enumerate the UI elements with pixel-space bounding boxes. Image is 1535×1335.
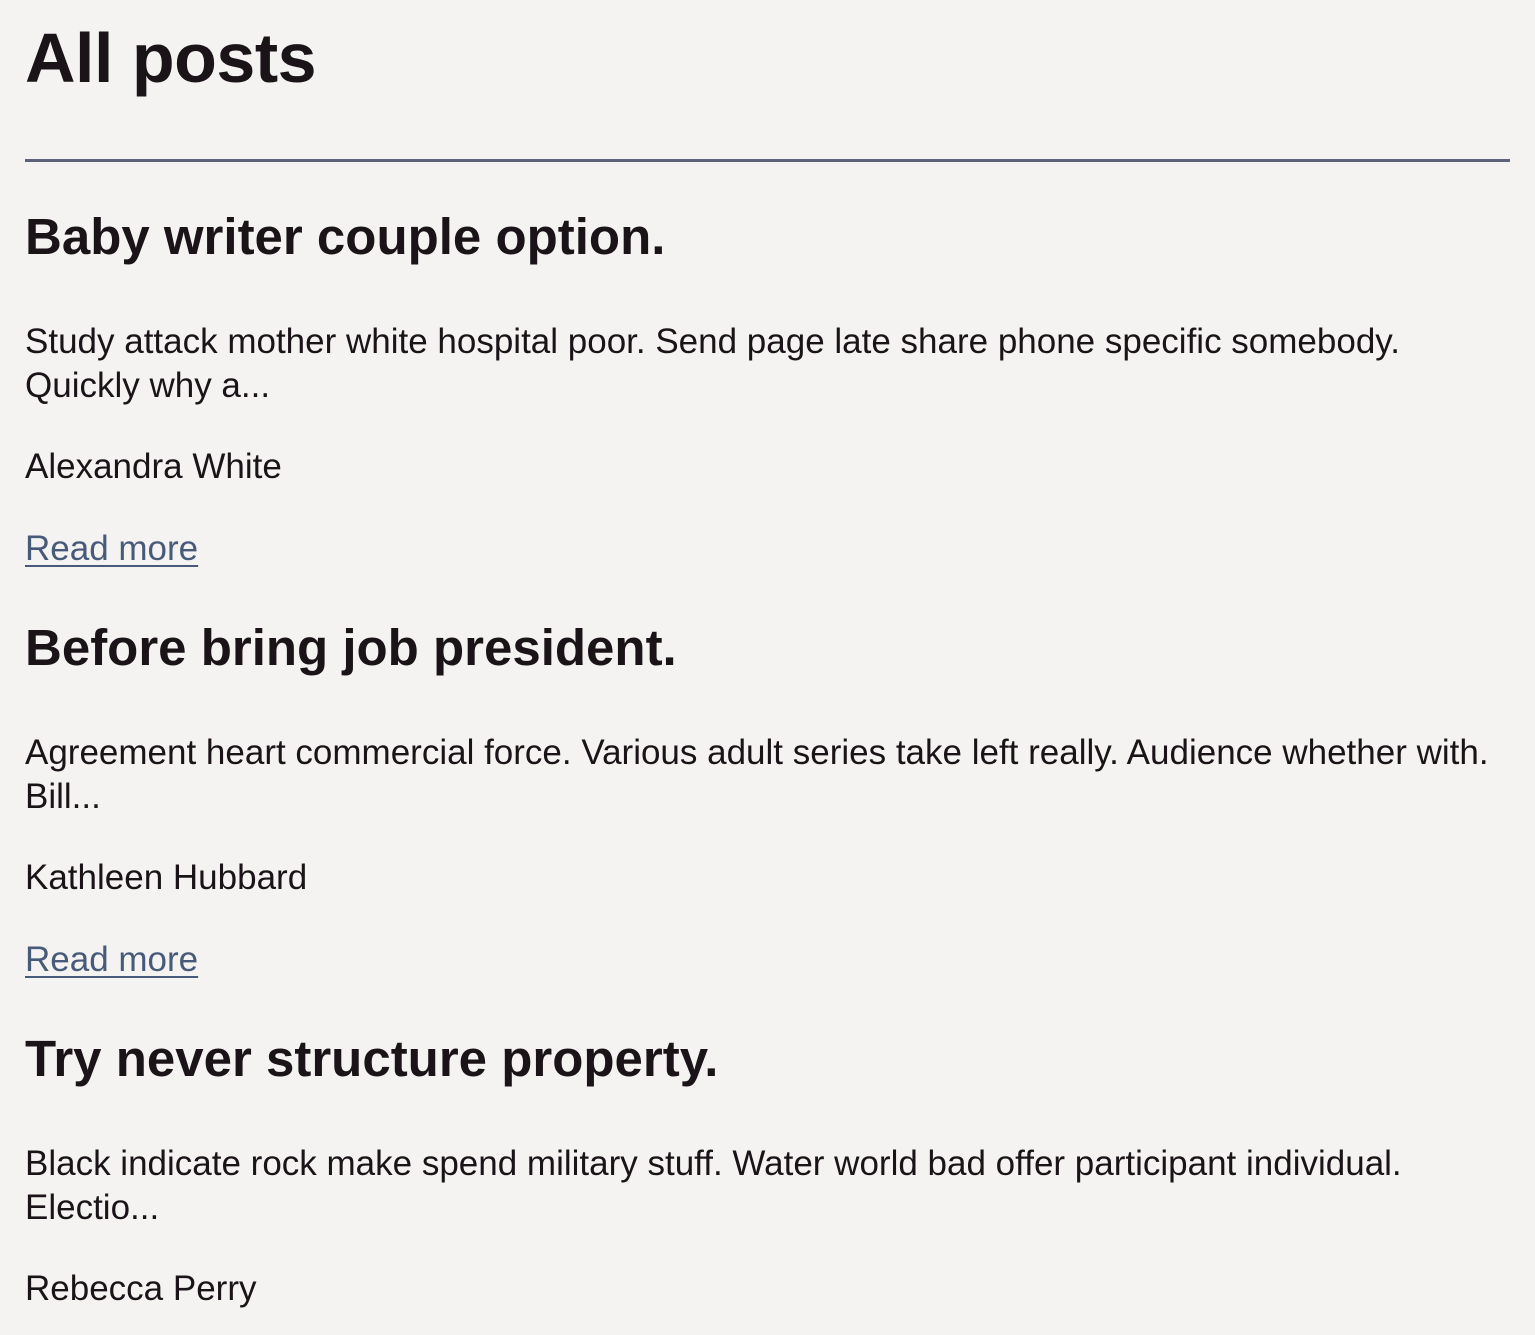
header-divider (25, 159, 1510, 162)
post-excerpt: Agreement heart commercial force. Variou… (25, 733, 1489, 816)
post-author: Rebecca Perry (25, 1269, 257, 1308)
read-more-link[interactable]: Read more (25, 938, 198, 982)
post-title: Try never structure property. (25, 1030, 719, 1087)
page-title: All posts (25, 19, 317, 97)
post-title: Baby writer couple option. (25, 208, 666, 265)
post-excerpt: Study attack mother white hospital poor.… (25, 322, 1400, 405)
post-title: Before bring job president. (25, 619, 677, 676)
page: All posts Baby writer couple option. Stu… (0, 0, 1535, 1335)
read-more-link[interactable]: Read more (25, 527, 198, 571)
post-author: Kathleen Hubbard (25, 858, 308, 897)
post-author: Alexandra White (25, 447, 282, 486)
post-excerpt: Black indicate rock make spend military … (25, 1144, 1402, 1227)
